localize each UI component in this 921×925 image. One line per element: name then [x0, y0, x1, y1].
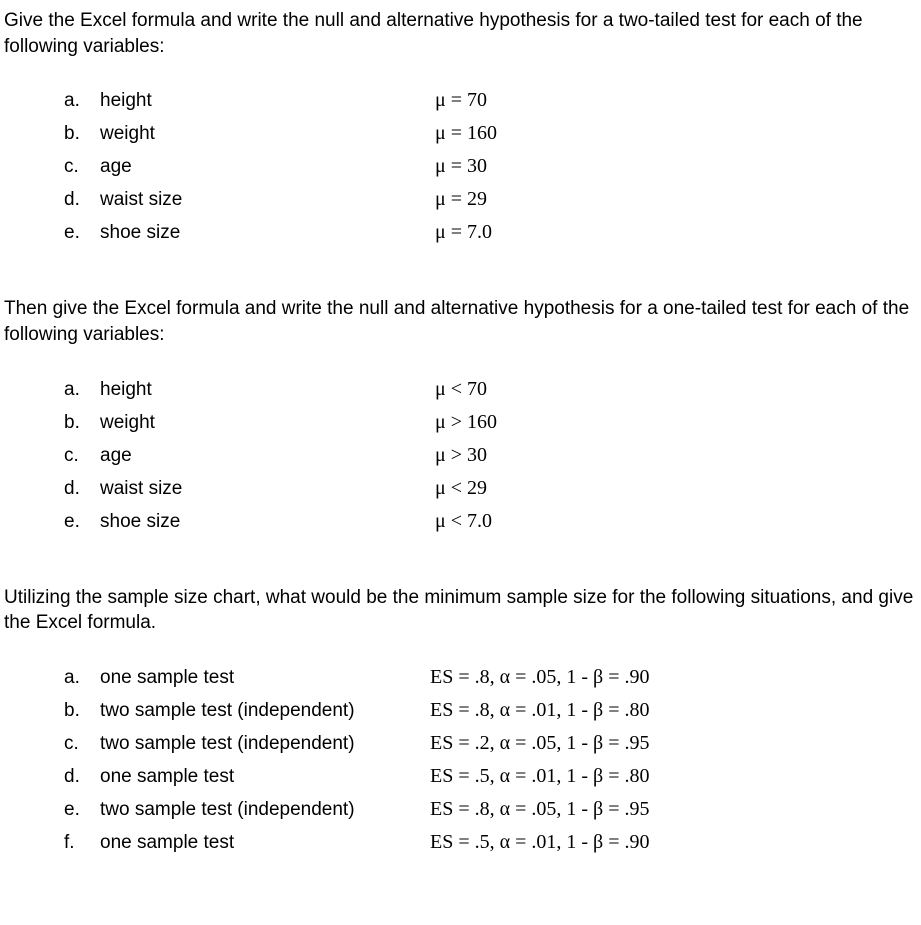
item-letter: d. [64, 187, 100, 213]
item-letter: b. [64, 410, 100, 436]
item-letter: b. [64, 698, 100, 724]
list-item: a. height μ < 70 [64, 376, 917, 403]
item-label: height [100, 88, 435, 114]
item-value: μ > 30 [435, 442, 487, 469]
item-label: one sample test [100, 764, 430, 790]
item-value: ES = .8, α = .05, 1 - β = .95 [430, 796, 650, 823]
item-letter: c. [64, 731, 100, 757]
item-value: μ = 160 [435, 120, 497, 147]
item-label: height [100, 377, 435, 403]
list-item: e. two sample test (independent) ES = .8… [64, 796, 917, 823]
item-value: μ = 7.0 [435, 219, 492, 246]
item-value: μ < 70 [435, 376, 487, 403]
item-letter: b. [64, 121, 100, 147]
list-item: e. shoe size μ < 7.0 [64, 508, 917, 535]
item-label: waist size [100, 476, 435, 502]
item-label: waist size [100, 187, 435, 213]
item-value: μ < 29 [435, 475, 487, 502]
list-item: b. weight μ = 160 [64, 120, 917, 147]
item-letter: e. [64, 220, 100, 246]
list-item: a. height μ = 70 [64, 87, 917, 114]
section1-list: a. height μ = 70 b. weight μ = 160 c. ag… [64, 87, 917, 246]
list-item: d. one sample test ES = .5, α = .01, 1 -… [64, 763, 917, 790]
list-item: e. shoe size μ = 7.0 [64, 219, 917, 246]
item-label: one sample test [100, 665, 430, 691]
item-value: ES = .5, α = .01, 1 - β = .90 [430, 829, 650, 856]
item-value: μ > 160 [435, 409, 497, 436]
item-value: ES = .2, α = .05, 1 - β = .95 [430, 730, 650, 757]
item-label: shoe size [100, 509, 435, 535]
list-item: b. weight μ > 160 [64, 409, 917, 436]
item-label: age [100, 154, 435, 180]
item-label: weight [100, 121, 435, 147]
list-item: c. age μ > 30 [64, 442, 917, 469]
list-item: d. waist size μ = 29 [64, 186, 917, 213]
item-letter: c. [64, 154, 100, 180]
list-item: c. age μ = 30 [64, 153, 917, 180]
item-letter: d. [64, 476, 100, 502]
section1-intro: Give the Excel formula and write the nul… [4, 8, 917, 59]
item-label: two sample test (independent) [100, 698, 430, 724]
list-item: f. one sample test ES = .5, α = .01, 1 -… [64, 829, 917, 856]
item-value: μ < 7.0 [435, 508, 492, 535]
section2-intro: Then give the Excel formula and write th… [4, 296, 917, 347]
item-label: two sample test (independent) [100, 731, 430, 757]
list-item: d. waist size μ < 29 [64, 475, 917, 502]
item-value: μ = 30 [435, 153, 487, 180]
list-item: b. two sample test (independent) ES = .8… [64, 697, 917, 724]
item-value: μ = 29 [435, 186, 487, 213]
item-letter: c. [64, 443, 100, 469]
section2-list: a. height μ < 70 b. weight μ > 160 c. ag… [64, 376, 917, 535]
item-letter: a. [64, 377, 100, 403]
item-value: ES = .8, α = .01, 1 - β = .80 [430, 697, 650, 724]
item-value: μ = 70 [435, 87, 487, 114]
item-letter: f. [64, 830, 100, 856]
item-label: shoe size [100, 220, 435, 246]
item-label: weight [100, 410, 435, 436]
item-letter: e. [64, 797, 100, 823]
item-value: ES = .5, α = .01, 1 - β = .80 [430, 763, 650, 790]
list-item: c. two sample test (independent) ES = .2… [64, 730, 917, 757]
item-letter: e. [64, 509, 100, 535]
item-label: age [100, 443, 435, 469]
item-value: ES = .8, α = .05, 1 - β = .90 [430, 664, 650, 691]
item-label: one sample test [100, 830, 430, 856]
item-label: two sample test (independent) [100, 797, 430, 823]
list-item: a. one sample test ES = .8, α = .05, 1 -… [64, 664, 917, 691]
section3-intro: Utilizing the sample size chart, what wo… [4, 585, 917, 636]
item-letter: d. [64, 764, 100, 790]
item-letter: a. [64, 88, 100, 114]
item-letter: a. [64, 665, 100, 691]
section3-list: a. one sample test ES = .8, α = .05, 1 -… [64, 664, 917, 856]
